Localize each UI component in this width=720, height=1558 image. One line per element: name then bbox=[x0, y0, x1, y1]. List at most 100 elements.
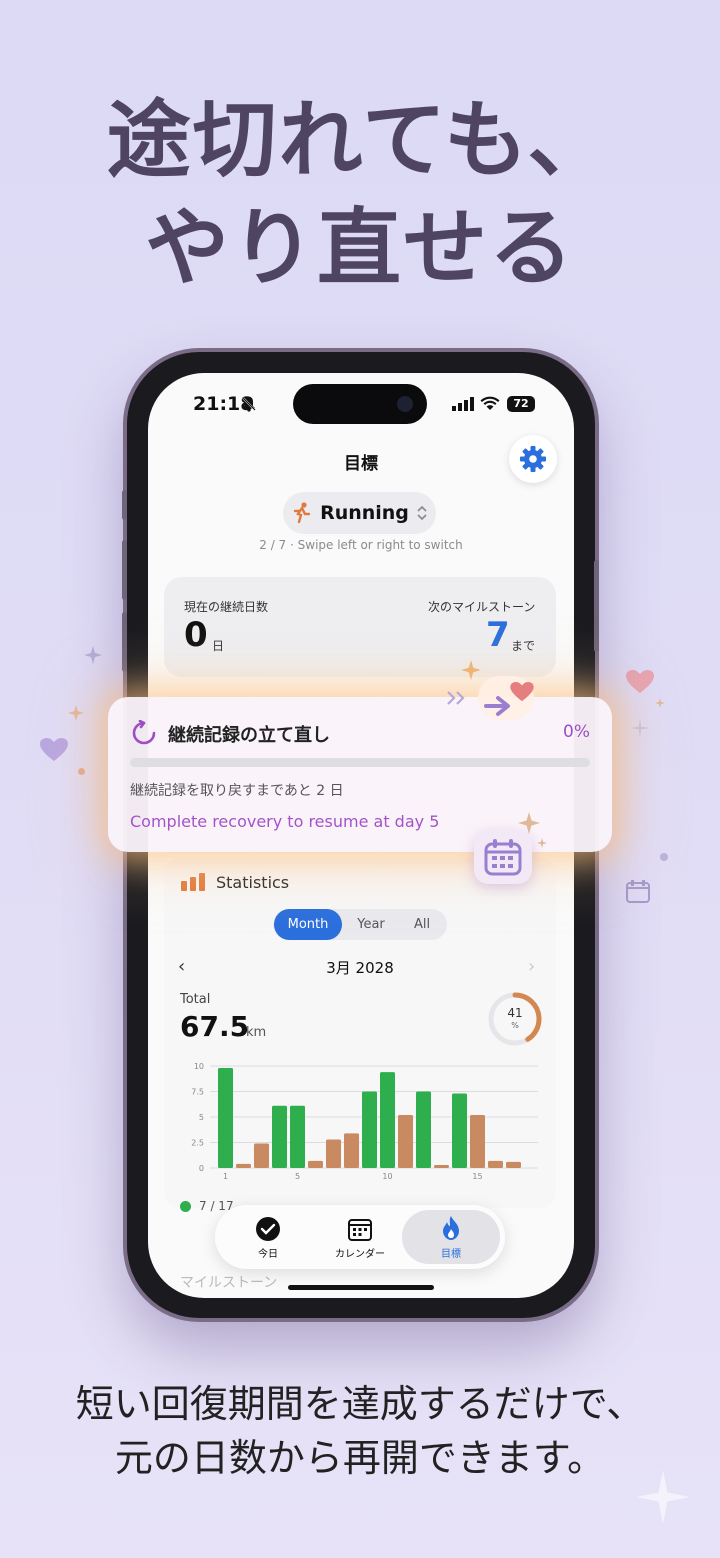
gear-icon bbox=[520, 446, 546, 472]
tab-goals-label: 目標 bbox=[441, 1249, 461, 1260]
x-tick-label: 15 bbox=[472, 1172, 482, 1181]
y-tick-label: 7.5 bbox=[191, 1088, 204, 1097]
bell-slash-icon bbox=[242, 397, 256, 412]
running-icon bbox=[293, 502, 311, 524]
settings-button[interactable] bbox=[509, 435, 557, 483]
tab-year[interactable]: Year bbox=[343, 909, 399, 940]
swipe-hint: 2 / 7 · Swipe left or right to switch bbox=[259, 538, 463, 552]
side-button bbox=[122, 490, 127, 520]
bar bbox=[272, 1105, 287, 1168]
dot-decoration bbox=[78, 768, 85, 775]
total-unit: km bbox=[246, 1025, 267, 1040]
bar bbox=[308, 1160, 323, 1168]
y-tick-label: 2.5 bbox=[191, 1139, 204, 1148]
total-value: 67.5 bbox=[180, 1010, 250, 1043]
recovery-message: Complete recovery to resume at day 5 bbox=[130, 812, 440, 831]
bar bbox=[434, 1164, 449, 1168]
ring-unit: % bbox=[511, 1021, 519, 1030]
chevron-up-down-icon bbox=[417, 506, 427, 520]
tab-calendar-label: カレンダー bbox=[335, 1249, 385, 1260]
recovery-percent: 0% bbox=[563, 722, 590, 742]
bar bbox=[452, 1093, 467, 1168]
power-button bbox=[594, 560, 599, 652]
daily-distance-chart: 107.552.501 5 10 15 bbox=[191, 1062, 538, 1181]
previous-month-button[interactable]: ‹ bbox=[178, 956, 185, 977]
refresh-icon bbox=[132, 720, 156, 745]
bar bbox=[362, 1091, 377, 1168]
volume-up-button bbox=[122, 540, 127, 600]
cellular-signal-icon bbox=[452, 397, 474, 411]
sparkle-icon bbox=[84, 646, 102, 664]
heart-icon bbox=[40, 738, 68, 761]
headline-line-2: やり直せる bbox=[144, 199, 575, 297]
tab-today[interactable]: 今日 bbox=[223, 1205, 313, 1269]
bar bbox=[506, 1161, 521, 1168]
heart-icon bbox=[510, 682, 534, 702]
y-tick-label: 0 bbox=[199, 1164, 204, 1173]
sparkle-icon bbox=[68, 705, 84, 721]
period-label: 3月 2028 bbox=[326, 959, 394, 977]
ring-value: 41 bbox=[507, 1006, 523, 1020]
x-tick-label: 5 bbox=[295, 1172, 300, 1181]
next-month-button[interactable]: › bbox=[528, 956, 535, 977]
y-tick-label: 5 bbox=[199, 1113, 204, 1122]
x-tick-label: 10 bbox=[382, 1172, 392, 1181]
bar bbox=[488, 1160, 503, 1168]
bar bbox=[416, 1091, 431, 1168]
tab-all[interactable]: All bbox=[399, 909, 445, 940]
wifi-icon bbox=[480, 396, 500, 410]
check-icon bbox=[180, 1201, 191, 1212]
bar bbox=[398, 1114, 413, 1168]
double-chevron-icon bbox=[447, 691, 465, 705]
bar bbox=[380, 1072, 395, 1168]
calendar-icon bbox=[484, 839, 522, 876]
home-indicator bbox=[288, 1285, 434, 1290]
tab-month[interactable]: Month bbox=[274, 909, 342, 940]
calendar-badge bbox=[474, 830, 532, 884]
bar bbox=[236, 1163, 251, 1168]
x-tick-label: 1 bbox=[223, 1172, 228, 1181]
total-label: Total bbox=[180, 992, 211, 1007]
recovery-progress-bar bbox=[130, 758, 590, 767]
milestones-heading: マイルストーン bbox=[180, 1275, 278, 1291]
y-tick-label: 10 bbox=[194, 1062, 204, 1071]
current-streak-unit: 日 bbox=[212, 639, 225, 653]
camera-icon bbox=[397, 396, 413, 412]
checkmark-circle-icon bbox=[256, 1217, 280, 1241]
calendar-icon bbox=[626, 880, 650, 903]
statistics-title: Statistics bbox=[216, 873, 290, 892]
milestone-value: 7 bbox=[486, 615, 510, 655]
calendar-icon bbox=[348, 1219, 372, 1241]
battery-indicator: 72 bbox=[507, 396, 535, 412]
recovery-days-left: 継続記録を取り戻すまであと 2 日 bbox=[130, 783, 344, 799]
current-streak-value: 0 bbox=[184, 615, 208, 655]
goal-name: Running bbox=[320, 502, 409, 524]
subline-line-2: 元の日数から再開できます。 bbox=[114, 1436, 606, 1480]
headline-line-1: 途切れても、 bbox=[106, 91, 614, 189]
tab-today-label: 今日 bbox=[258, 1249, 278, 1260]
volume-down-button bbox=[122, 612, 127, 672]
sparkle-icon bbox=[630, 718, 650, 738]
milestone-label: 次のマイルストーン bbox=[428, 600, 536, 614]
sparkle-icon bbox=[461, 660, 481, 680]
bar bbox=[290, 1105, 305, 1168]
bar bbox=[344, 1133, 359, 1168]
milestone-unit: まで bbox=[511, 639, 536, 653]
tab-goals[interactable]: 目標 bbox=[406, 1205, 496, 1269]
heart-icon bbox=[626, 670, 654, 693]
bar bbox=[218, 1068, 233, 1168]
sparkle-icon bbox=[537, 838, 547, 848]
sparkle-icon bbox=[655, 698, 665, 708]
recovery-title: 継続記録の立て直し bbox=[168, 725, 330, 746]
sparkle-icon bbox=[518, 812, 540, 834]
tab-calendar[interactable]: カレンダー bbox=[315, 1205, 405, 1269]
bar bbox=[254, 1143, 269, 1168]
flame-icon bbox=[443, 1216, 459, 1240]
subline-line-1: 短い回復期間を達成するだけで、 bbox=[75, 1382, 645, 1426]
period-segmented-control: Month Year All bbox=[273, 909, 447, 940]
bar bbox=[470, 1114, 485, 1168]
dot-decoration bbox=[660, 853, 668, 861]
bar bbox=[326, 1139, 341, 1168]
bar-chart-icon bbox=[181, 873, 205, 891]
goal-selector[interactable]: Running bbox=[283, 492, 436, 534]
